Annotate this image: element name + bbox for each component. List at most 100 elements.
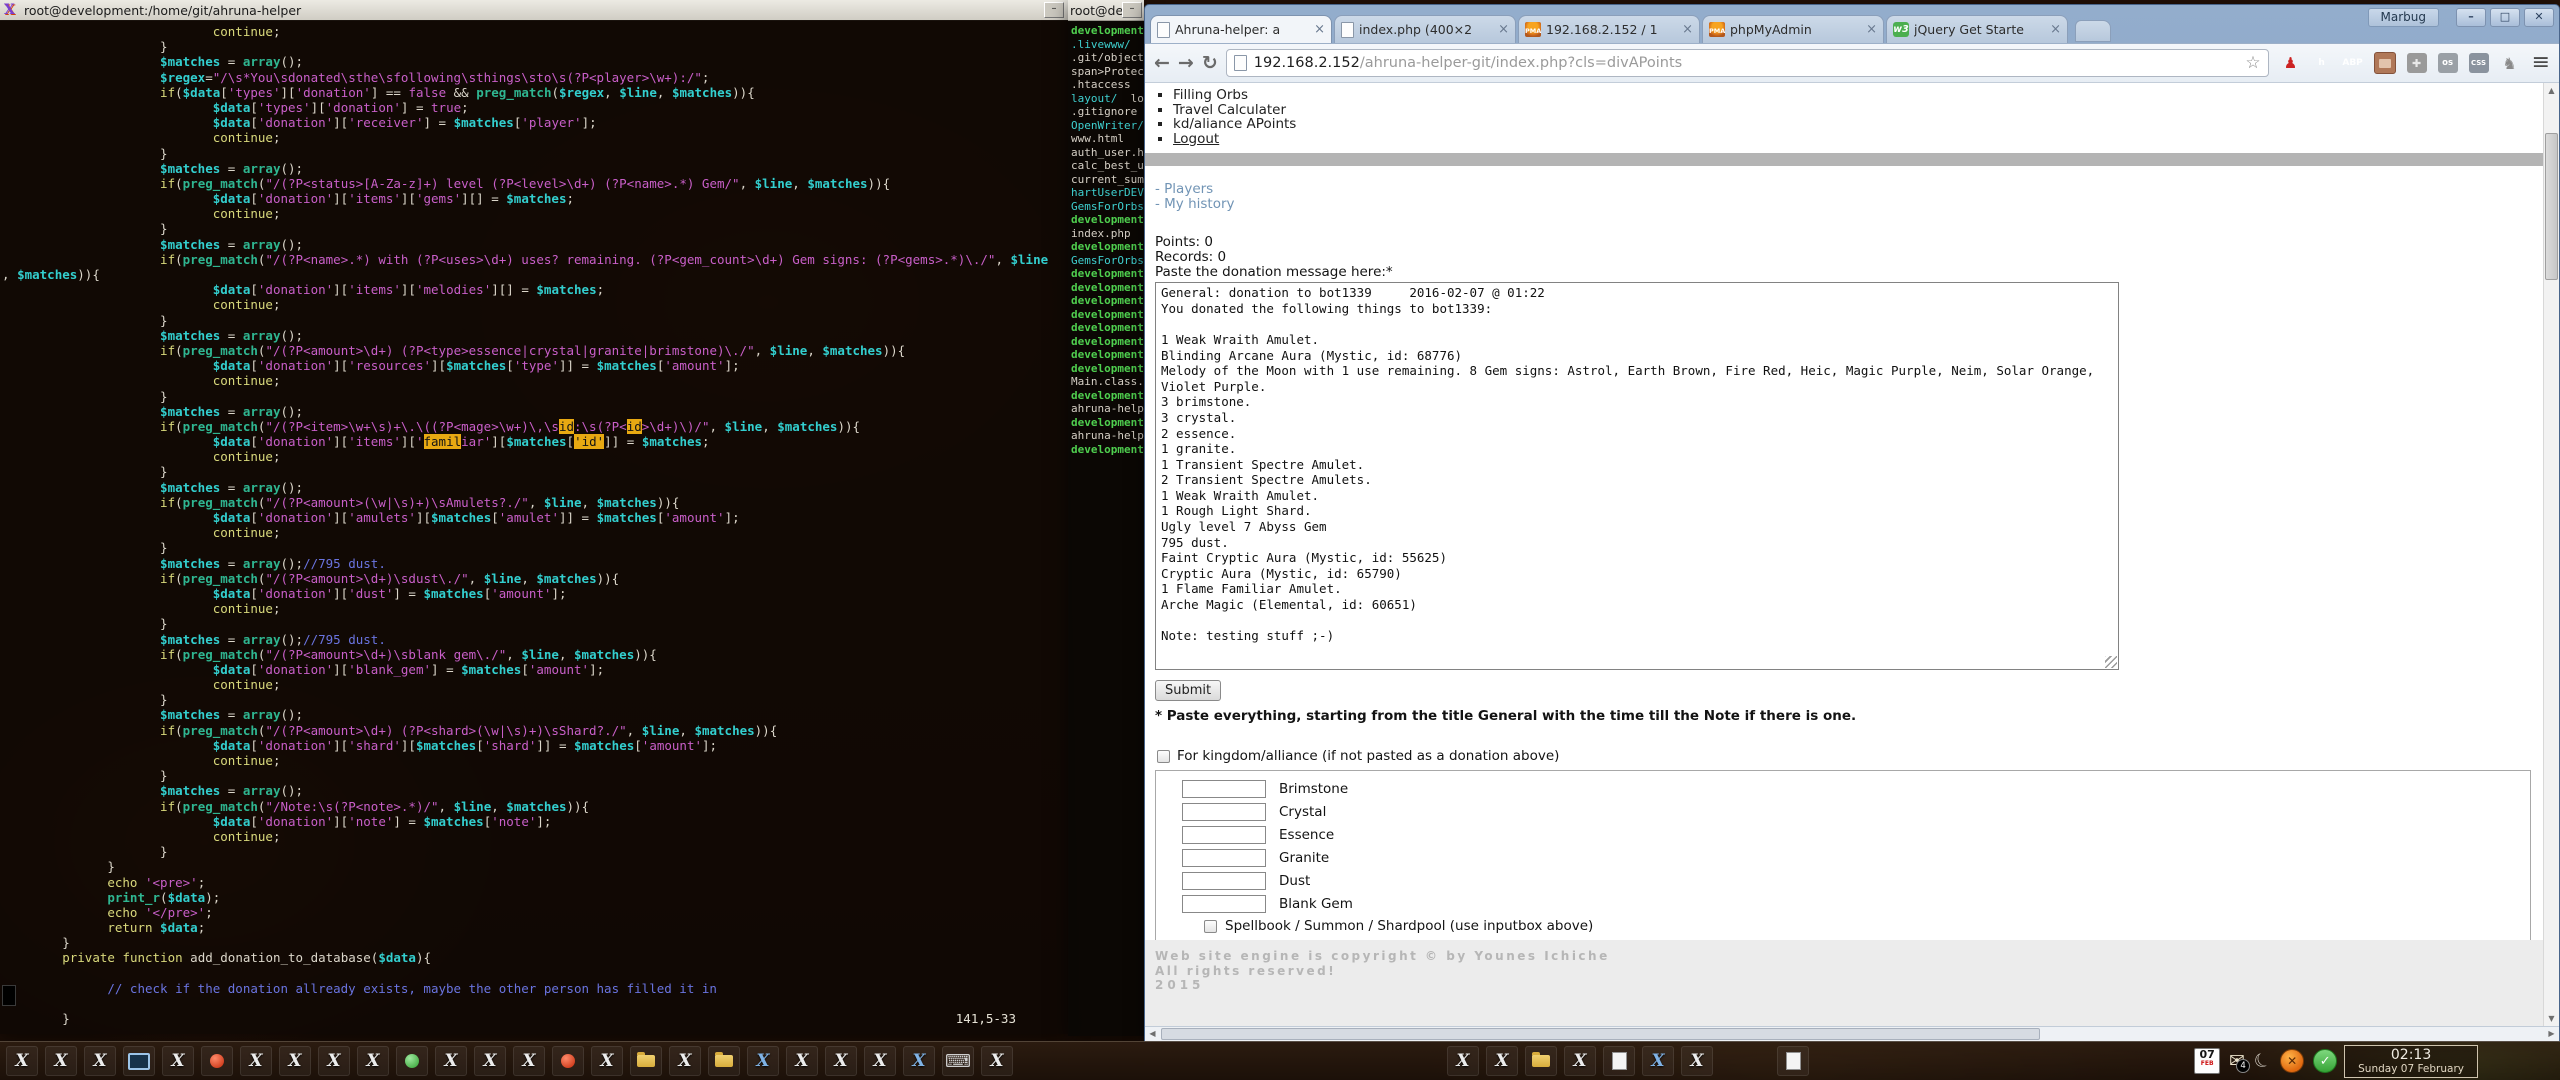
taskbar-item-xterm[interactable]: X	[513, 1046, 545, 1076]
browser-tab[interactable]: w3jQuery Get Starte	[1886, 15, 2068, 43]
os-extension[interactable]: os	[2438, 53, 2458, 73]
taskbar-item-xterm[interactable]: X	[162, 1046, 194, 1076]
taskbar-item-xterm[interactable]: X	[1564, 1046, 1596, 1076]
menu-list-item[interactable]: Filling Orbs	[1173, 88, 2543, 103]
donation-message-textarea[interactable]	[1155, 282, 2119, 670]
bookmark-star-icon[interactable]	[2245, 53, 2260, 73]
url-text[interactable]: 192.168.2.152/ahruna-helper-git/index.ph…	[1254, 55, 2239, 71]
resource-input-blank-gem[interactable]	[1182, 895, 1266, 913]
scroll-right-arrow-icon[interactable]	[2544, 1027, 2559, 1041]
browser-tab[interactable]: index.php (400×2	[1334, 15, 1516, 43]
scroll-down-arrow-icon[interactable]	[2544, 1011, 2559, 1026]
taskbar-item-keyboard[interactable]: ⌨	[942, 1046, 974, 1076]
browser-tab[interactable]: PMA192.168.2.152 / 1	[1518, 15, 1700, 43]
forward-button[interactable]	[1178, 54, 1194, 73]
horizontal-scroll-thumb[interactable]	[1161, 1028, 2040, 1040]
hackernews-extension[interactable]: h	[2312, 53, 2332, 73]
horizontal-scrollbar[interactable]	[1145, 1026, 2559, 1041]
taskbar-item-green-app[interactable]	[396, 1046, 428, 1076]
resource-input-brimstone[interactable]	[1182, 780, 1266, 798]
back-button[interactable]	[1154, 54, 1170, 73]
taskbar-item-xterm[interactable]: X	[6, 1046, 38, 1076]
scroll-up-arrow-icon[interactable]	[2544, 83, 2559, 98]
taskbar-item-document[interactable]	[1777, 1046, 1809, 1076]
profile-button[interactable]: Marbug	[2368, 8, 2439, 27]
tv-extension[interactable]	[2374, 52, 2396, 74]
resource-input-essence[interactable]	[1182, 826, 1266, 844]
tab-close-icon[interactable]	[1498, 23, 1509, 36]
tab-close-icon[interactable]	[1682, 23, 1693, 36]
css-extension[interactable]: CSS	[2469, 53, 2489, 73]
taskbar-item-xterm[interactable]: X	[435, 1046, 467, 1076]
browser-tab[interactable]: PMAphpMyAdmin	[1702, 15, 1884, 43]
browser-window[interactable]: Ahruna-helper: aindex.php (400×2PMA192.1…	[1144, 4, 2560, 1042]
taskbar-item-monitor[interactable]	[123, 1046, 155, 1076]
taskbar-item-xterm[interactable]: X	[84, 1046, 116, 1076]
taskbar-item-xterm[interactable]: X	[1681, 1046, 1713, 1076]
terminal-body[interactable]: continue; } $matches = array(); $regex="…	[0, 20, 1068, 1034]
menu-list-item[interactable]: kd/aliance APoints	[1173, 117, 2543, 132]
terminal-window[interactable]: X root@development:/home/git/ahruna-help…	[0, 0, 1069, 1034]
taskbar-item-red-app[interactable]	[552, 1046, 584, 1076]
terminal-minimize-button[interactable]	[1044, 2, 1064, 18]
puzzle-extension[interactable]: ✚	[2407, 53, 2427, 73]
browser-tab[interactable]: Ahruna-helper: a	[1150, 15, 1332, 43]
taskbar-item-xterm[interactable]: X	[669, 1046, 701, 1076]
taskbar-item-xterm[interactable]: X	[1486, 1046, 1518, 1076]
submit-button[interactable]: Submit	[1155, 680, 1221, 701]
tab-close-icon[interactable]	[2050, 23, 2061, 36]
taskbar-item-xterm[interactable]: X	[825, 1046, 857, 1076]
moon-tray-icon[interactable]: ☾	[2250, 1047, 2275, 1074]
resource-input-dust[interactable]	[1182, 872, 1266, 890]
mail-tray-icon[interactable]: ✉4	[2229, 1051, 2245, 1071]
taskbar-item-xterm[interactable]: X	[864, 1046, 896, 1076]
xchat-tray-icon[interactable]: ✕	[2280, 1049, 2304, 1073]
taskbar-item-folder[interactable]	[708, 1046, 740, 1076]
minimize-button[interactable]	[2456, 8, 2486, 27]
resource-input-crystal[interactable]	[1182, 803, 1266, 821]
adblock-extension[interactable]: ABP	[2343, 53, 2363, 73]
taskbar-item-xterm[interactable]: X	[279, 1046, 311, 1076]
resource-input-granite[interactable]	[1182, 849, 1266, 867]
spellbook-checkbox[interactable]	[1204, 920, 1217, 933]
clock[interactable]: 02:13 Sunday 07 February	[2344, 1045, 2478, 1078]
taskbar-item-xterm-blue[interactable]: X	[1642, 1046, 1674, 1076]
background-terminal-minimize-button[interactable]	[1122, 2, 1142, 18]
vertical-scrollbar[interactable]	[2543, 83, 2559, 1026]
taskbar-item-xterm[interactable]: X	[45, 1046, 77, 1076]
calendar-tray-icon[interactable]: 07FEB	[2194, 1048, 2220, 1074]
textarea-resize-handle[interactable]	[2105, 656, 2117, 668]
tab-close-icon[interactable]	[1314, 23, 1325, 36]
scroll-left-arrow-icon[interactable]	[1145, 1027, 1160, 1041]
taskbar-item-document[interactable]	[1603, 1046, 1635, 1076]
browser-menu-icon[interactable]	[2532, 53, 2550, 73]
taskbar-item-xterm[interactable]: X	[786, 1046, 818, 1076]
taskbar-item-xterm[interactable]: X	[357, 1046, 389, 1076]
taskbar-item-xterm[interactable]: X	[240, 1046, 272, 1076]
taskbar-item-xterm[interactable]: X	[474, 1046, 506, 1076]
taskbar-item-xterm[interactable]: X	[1447, 1046, 1479, 1076]
taskbar-item-xterm[interactable]: X	[591, 1046, 623, 1076]
vertical-scroll-thumb[interactable]	[2545, 133, 2558, 280]
menu-list-item[interactable]: Travel Calculater	[1173, 103, 2543, 118]
terminal-titlebar[interactable]: X root@development:/home/git/ahruna-help…	[0, 0, 1068, 21]
taskbar-item-folder[interactable]	[1525, 1046, 1557, 1076]
new-tab-button[interactable]	[2075, 20, 2111, 42]
taskbar-item-xterm[interactable]: X	[981, 1046, 1013, 1076]
reload-button[interactable]	[1202, 54, 1218, 73]
background-terminal-titlebar[interactable]: root@development:/home/git/ahruna-helper	[1068, 0, 1144, 21]
taskbar-item-xterm-blue[interactable]: X	[747, 1046, 779, 1076]
taskbar-item-red-app[interactable]	[201, 1046, 233, 1076]
kingdom-checkbox[interactable]	[1157, 750, 1170, 763]
wolf-extension[interactable]: ♞	[2500, 53, 2520, 73]
close-button[interactable]	[2524, 8, 2554, 27]
messenger-tray-icon[interactable]: ✓	[2313, 1049, 2337, 1073]
taskbar-item-xterm-blue[interactable]: X	[903, 1046, 935, 1076]
tab-close-icon[interactable]	[1866, 23, 1877, 36]
logout-link[interactable]: Logout	[1173, 132, 2543, 147]
maximize-button[interactable]	[2490, 8, 2520, 27]
page-link[interactable]: - Players	[1155, 182, 2543, 197]
background-terminal-window[interactable]: root@development:/home/git/ahruna-helper…	[1068, 0, 1144, 1036]
taskbar-item-folder[interactable]	[630, 1046, 662, 1076]
person-extension[interactable]: ♟	[2281, 53, 2301, 73]
